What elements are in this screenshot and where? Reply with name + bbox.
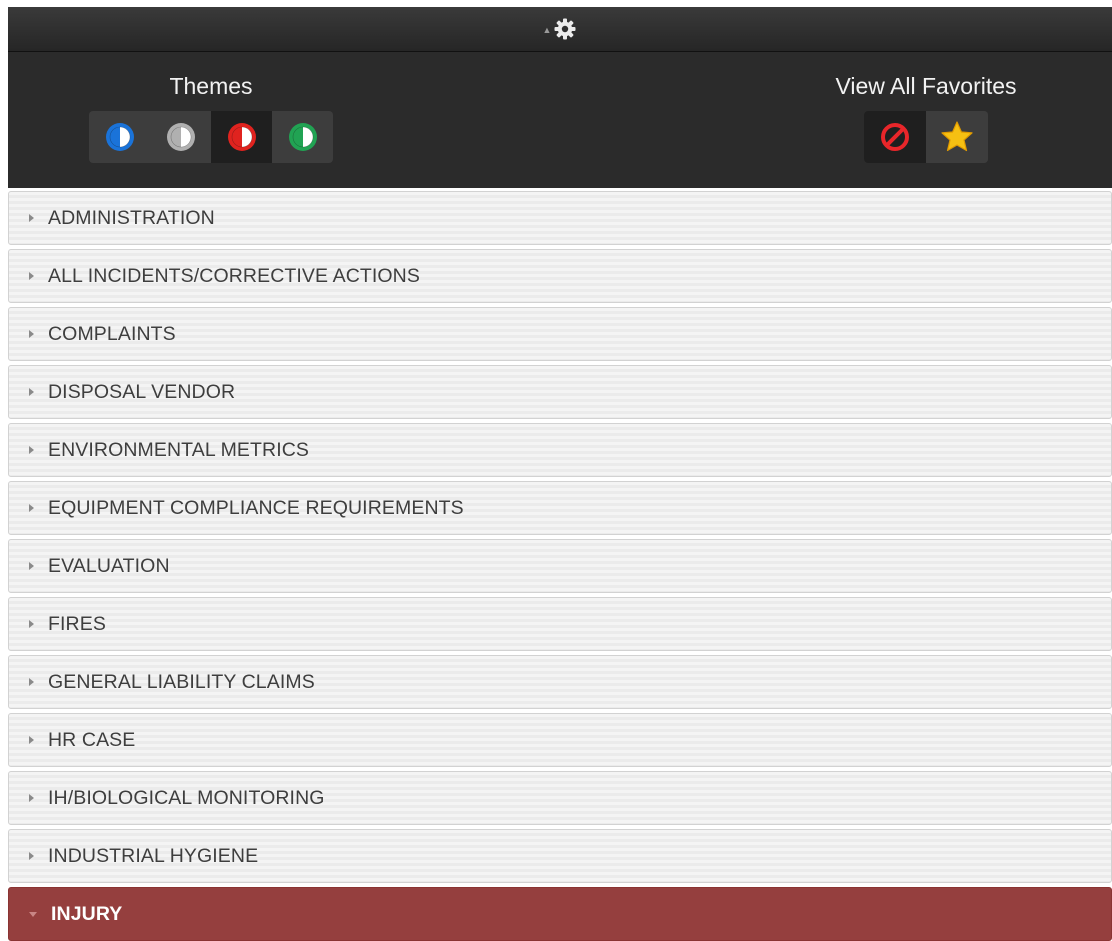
favorites-button-group — [864, 111, 988, 163]
module-row[interactable]: FIRES — [8, 597, 1112, 651]
settings-area: Themes View All Favorites — [8, 52, 1112, 188]
module-row[interactable]: ENVIRONMENTAL METRICS — [8, 423, 1112, 477]
module-label: FIRES — [48, 612, 106, 635]
module-row[interactable]: ALL INCIDENTS/CORRECTIVE ACTIONS — [8, 249, 1112, 303]
module-label: ENVIRONMENTAL METRICS — [48, 438, 310, 461]
theme-gray-icon — [166, 123, 195, 151]
favorites-group: View All Favorites — [808, 70, 1044, 163]
module-row[interactable]: EQUIPMENT COMPLIANCE REQUIREMENTS — [8, 481, 1112, 535]
clear-favorites-button[interactable] — [864, 111, 926, 163]
module-row[interactable]: INDUSTRIAL HYGIENE — [8, 829, 1112, 883]
theme-button[interactable] — [150, 111, 211, 163]
caret-right-icon — [29, 794, 34, 802]
theme-green-icon — [288, 123, 317, 151]
theme-button[interactable] — [272, 111, 333, 163]
module-row[interactable]: COMPLAINTS — [8, 307, 1112, 361]
module-row[interactable]: EVALUATION — [8, 539, 1112, 593]
module-label: EVALUATION — [48, 554, 170, 577]
module-label: EQUIPMENT COMPLIANCE REQUIREMENTS — [48, 496, 464, 519]
caret-right-icon — [29, 562, 34, 570]
settings-toggle-bar: ▲ — [8, 7, 1112, 52]
caret-right-icon — [29, 446, 34, 454]
themes-title: Themes — [169, 73, 253, 99]
gear-icon — [554, 18, 576, 40]
caret-right-icon — [29, 678, 34, 686]
module-label: COMPLAINTS — [48, 322, 176, 345]
settings-panel: ▲ Themes View All Favorites ADMINISTRATI… — [8, 7, 1112, 941]
favorites-title: View All Favorites — [835, 73, 1017, 99]
settings-collapse-toggle[interactable]: ▲ — [543, 17, 578, 41]
themes-group: Themes — [86, 70, 336, 163]
theme-button[interactable] — [89, 111, 150, 163]
caret-right-icon — [29, 388, 34, 396]
theme-blue-icon — [105, 123, 134, 151]
theme-button[interactable] — [211, 111, 272, 163]
module-label: HR CASE — [48, 728, 136, 751]
caret-down-icon — [29, 911, 37, 917]
module-label: IH/BIOLOGICAL MONITORING — [48, 786, 325, 809]
caret-right-icon — [29, 852, 34, 860]
star-icon — [941, 121, 973, 152]
caret-right-icon — [29, 620, 34, 628]
theme-button-group — [89, 111, 333, 163]
caret-right-icon — [29, 736, 34, 744]
caret-right-icon — [29, 272, 34, 280]
module-row[interactable]: IH/BIOLOGICAL MONITORING — [8, 771, 1112, 825]
module-label: DISPOSAL VENDOR — [48, 380, 236, 403]
module-row[interactable]: HR CASE — [8, 713, 1112, 767]
module-row[interactable]: GENERAL LIABILITY CLAIMS — [8, 655, 1112, 709]
module-row[interactable]: DISPOSAL VENDOR — [8, 365, 1112, 419]
view-favorites-button[interactable] — [926, 111, 988, 163]
module-row[interactable]: ADMINISTRATION — [8, 191, 1112, 245]
module-label: GENERAL LIABILITY CLAIMS — [48, 670, 315, 693]
module-label: INJURY — [51, 902, 123, 925]
caret-right-icon — [29, 214, 34, 222]
module-label: INDUSTRIAL HYGIENE — [48, 844, 259, 867]
clear-favorites-icon — [881, 123, 909, 151]
caret-up-icon: ▲ — [542, 25, 552, 35]
module-label: ADMINISTRATION — [48, 206, 215, 229]
caret-right-icon — [29, 330, 34, 338]
module-list: ADMINISTRATION ALL INCIDENTS/CORRECTIVE A… — [8, 191, 1112, 941]
module-row[interactable]: INJURY — [8, 887, 1112, 941]
theme-red-icon — [227, 123, 256, 151]
caret-right-icon — [29, 504, 34, 512]
module-label: ALL INCIDENTS/CORRECTIVE ACTIONS — [48, 264, 420, 287]
